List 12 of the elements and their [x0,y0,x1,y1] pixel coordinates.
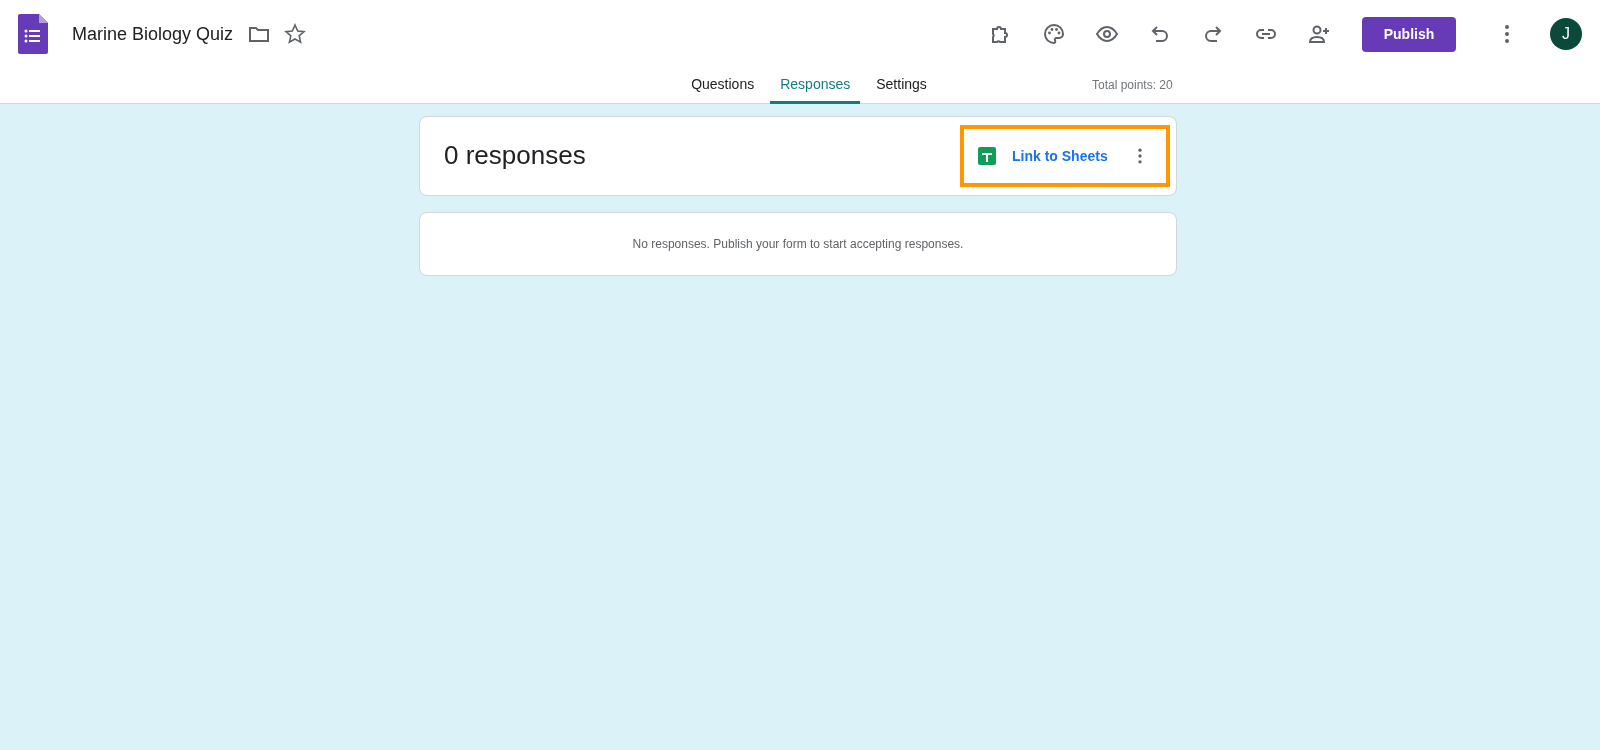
tab[interactable]: Questions [681,68,765,104]
tab[interactable]: Settings [866,68,937,104]
spreadsheet-icon [978,147,996,165]
total-points: Total points: 20 [1092,77,1173,94]
empty-message: No responses. Publish your form to start accepting responses. [632,236,964,253]
publish-button[interactable]: Publish [1362,16,1456,52]
tab[interactable]: Responses [770,68,861,104]
avatar[interactable]: J [1550,18,1582,50]
form-title[interactable]: Marine Biology Quiz [72,20,234,48]
link-to-sheets-button[interactable]: Link to Sheets [1012,145,1108,167]
forms-logo-icon[interactable] [18,14,48,54]
responses-count: 0 responses [444,140,586,172]
